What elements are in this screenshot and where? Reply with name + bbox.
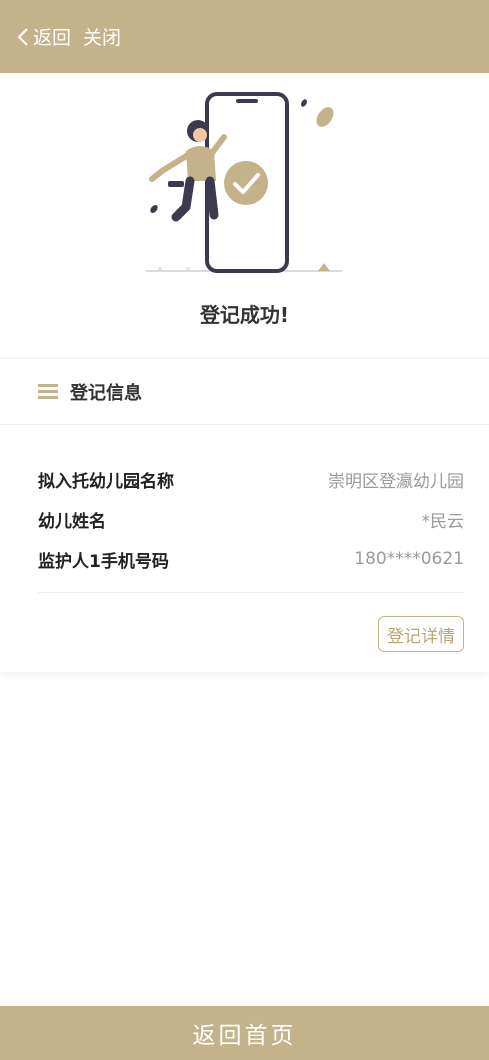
top-nav-bar: 返回 关闭 — [0, 0, 489, 73]
row-label: 拟入托幼儿园名称 — [38, 471, 174, 492]
row-value: *民云 — [421, 511, 465, 532]
chevron-left-icon — [17, 27, 28, 46]
success-hero: 登记成功! — [0, 73, 489, 353]
success-message: 登记成功! — [199, 303, 290, 327]
info-row-guardian-phone: 监护人1手机号码 180****0621 — [38, 539, 464, 579]
list-icon — [38, 384, 58, 399]
row-value: 180****0621 — [354, 549, 464, 569]
row-label: 监护人1手机号码 — [38, 551, 169, 572]
info-row-child-name: 幼儿姓名 *民云 — [38, 499, 464, 539]
info-rows: 拟入托幼儿园名称 崇明区登瀛幼儿园 幼儿姓名 *民云 监护人1手机号码 180*… — [38, 459, 464, 579]
close-button[interactable]: 关闭 — [83, 23, 121, 50]
back-button[interactable]: 返回 — [14, 23, 71, 50]
card-header: 登记信息 — [0, 359, 489, 425]
registration-success-page: 返回 关闭 登记成功! 登记信息 拟入托幼儿园名称 崇明区登瀛幼儿园 幼儿姓名 … — [0, 0, 489, 1060]
registration-info-card: 登记信息 拟入托幼儿园名称 崇明区登瀛幼儿园 幼儿姓名 *民云 监护人1手机号码… — [0, 358, 489, 672]
success-illustration — [146, 92, 342, 273]
info-row-kindergarten: 拟入托幼儿园名称 崇明区登瀛幼儿园 — [38, 459, 464, 499]
back-label: 返回 — [33, 27, 72, 49]
return-home-button[interactable]: 返回首页 — [0, 1006, 489, 1060]
divider — [38, 592, 464, 593]
row-value: 崇明区登瀛幼儿园 — [328, 471, 464, 492]
card-title: 登记信息 — [70, 382, 142, 404]
row-label: 幼儿姓名 — [38, 511, 106, 532]
registration-detail-button[interactable]: 登记详情 — [378, 616, 464, 652]
